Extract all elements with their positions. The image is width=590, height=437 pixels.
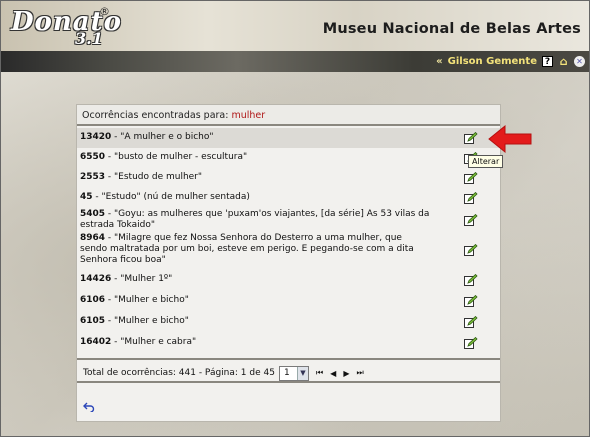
item-id: 6105	[80, 316, 106, 326]
logout-icon[interactable]: ✕	[574, 56, 585, 67]
search-term: mulher	[231, 110, 266, 121]
item-title: - "Mulher e cabra"	[111, 337, 197, 347]
red-arrow-pointer-icon	[488, 124, 532, 154]
item-title: - "A mulher e o bicho"	[111, 132, 214, 142]
edit-icon[interactable]	[464, 316, 478, 328]
edit-icon[interactable]	[464, 172, 478, 184]
list-item[interactable]: 16402 - "Mulher e cabra"	[77, 333, 500, 354]
home-icon[interactable]: ⌂	[558, 55, 569, 68]
chevron-down-icon[interactable]: ▼	[296, 366, 308, 380]
prev-page-icon[interactable]: ◀	[330, 369, 336, 378]
edit-icon[interactable]	[464, 132, 478, 144]
help-icon[interactable]: ?	[542, 56, 553, 67]
donato-logo[interactable]: Donato 3.1 ®	[9, 3, 121, 49]
results-panel: Ocorrências encontradas para: mulher 134…	[76, 104, 501, 422]
item-title: - "busto de mulher - escultura"	[105, 152, 248, 162]
pagination-bar: Total de ocorrências: 441 - Página: 1 de…	[83, 365, 364, 381]
page-select[interactable]: 1 ▼	[278, 365, 309, 381]
divider	[77, 381, 500, 383]
next-page-icon[interactable]: ▶	[343, 369, 349, 378]
museum-title: Museu Nacional de Belas Artes	[322, 21, 581, 37]
results-heading: Ocorrências encontradas para: mulher	[77, 105, 500, 126]
item-title: - "Mulher e bicho"	[105, 295, 189, 305]
user-name[interactable]: Gilson Gemente	[448, 56, 537, 67]
divider	[77, 358, 500, 360]
app-window: Donato 3.1 ® Museu Nacional de Belas Art…	[0, 0, 590, 437]
total-count: Total de ocorrências: 441 - Página: 1 de…	[83, 368, 275, 378]
list-item[interactable]: 13420 - "A mulher e o bicho"	[77, 128, 500, 148]
edit-icon[interactable]	[464, 214, 478, 226]
edit-tooltip: Alterar	[468, 155, 504, 168]
edit-icon[interactable]	[464, 337, 478, 349]
item-id: 5405	[80, 209, 106, 219]
edit-icon[interactable]	[464, 295, 478, 307]
item-id: 16402	[80, 337, 112, 347]
first-page-icon[interactable]: ⏮	[316, 368, 323, 378]
results-list: 13420 - "A mulher e o bicho" 6550 - "bus…	[77, 128, 500, 354]
item-title: - "Mulher 1º"	[111, 274, 173, 284]
list-item[interactable]: 45 - "Estudo" (nú de mulher sentada)	[77, 188, 500, 208]
edit-icon[interactable]	[464, 192, 478, 204]
back-icon[interactable]	[83, 402, 95, 412]
item-title: - "Mulher e bicho"	[105, 316, 189, 326]
item-id: 2553	[80, 172, 106, 182]
item-id: 6550	[80, 152, 106, 162]
list-item[interactable]: 6106 - "Mulher e bicho"	[77, 291, 500, 312]
list-item[interactable]: 6550 - "busto de mulher - escultura"	[77, 148, 500, 168]
list-item[interactable]: 8964 - "Milagre que fez Nossa Senhora do…	[77, 232, 500, 269]
item-title: - "Estudo de mulher"	[105, 172, 203, 182]
item-id: 45	[80, 192, 93, 202]
item-id: 14426	[80, 274, 112, 284]
collapse-arrow-icon[interactable]: «	[436, 56, 442, 67]
header: Donato 3.1 ® Museu Nacional de Belas Art…	[1, 1, 589, 51]
item-id: 6106	[80, 295, 106, 305]
last-page-icon[interactable]: ⏭	[356, 368, 363, 378]
page-select-value: 1	[283, 368, 290, 378]
list-item[interactable]: 2553 - "Estudo de mulher"	[77, 168, 500, 188]
results-heading-label: Ocorrências encontradas para:	[82, 110, 229, 121]
item-title: - "Estudo" (nú de mulher sentada)	[92, 192, 250, 202]
list-item[interactable]: 6105 - "Mulher e bicho"	[77, 312, 500, 333]
item-id: 8964	[80, 233, 106, 243]
list-item[interactable]: 14426 - "Mulher 1º"	[77, 269, 500, 291]
edit-icon[interactable]	[464, 244, 478, 256]
item-title: - "Milagre que fez Nossa Senhora do Dest…	[80, 233, 414, 265]
item-id: 13420	[80, 132, 112, 142]
item-title: - "Goyu: as mulheres que 'puxam'os viaja…	[80, 209, 430, 230]
user-bar: « Gilson Gemente ? ⌂ ✕	[1, 51, 589, 72]
logo-number: 3.1	[75, 29, 103, 48]
edit-icon[interactable]	[464, 274, 478, 286]
list-item[interactable]: 5405 - "Goyu: as mulheres que 'puxam'os …	[77, 208, 500, 232]
logo-registered-mark: ®	[99, 5, 110, 18]
